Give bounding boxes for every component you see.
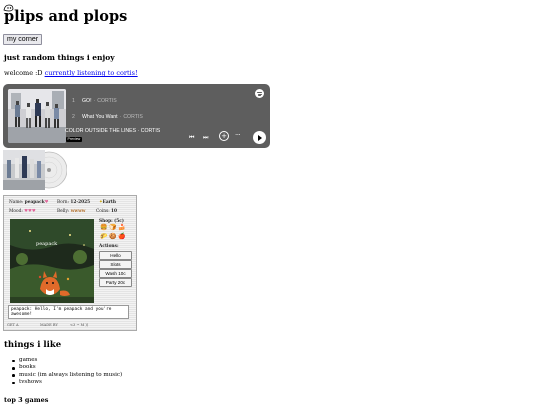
footer-made-by[interactable]: MADE BY (40, 323, 58, 327)
pet-mood-label: Mood: (9, 209, 23, 214)
pet-coins-label: Coins: (96, 209, 110, 214)
pet-home-field: ✦Earth (99, 200, 116, 205)
mood-hearts-icon: ♥♥♥ (24, 209, 36, 214)
pet-coins-value: 10 (111, 209, 118, 214)
track-title: What You Want (82, 114, 118, 120)
pet-born-value: 12-2025 (70, 200, 91, 205)
section-heading-likes: things i like (4, 340, 62, 350)
welcome-text: welcome :D (4, 69, 45, 77)
pet-message-box: peapack: Hello, I'm peapack and you're a… (8, 305, 129, 319)
taco-food-icon[interactable]: 🌮 (100, 233, 107, 240)
actions-label: Actions: (99, 244, 119, 249)
pet-scene-image: peapack (10, 219, 94, 303)
track-number: 2 (72, 114, 75, 120)
add-icon[interactable]: + (219, 131, 229, 141)
footer-get-a[interactable]: GET A (7, 323, 19, 327)
pet-scene-name: peapack (36, 241, 58, 247)
bread-food-icon[interactable]: 🍞 (109, 224, 116, 231)
album-cover (8, 89, 66, 143)
list-item: tvshows (12, 379, 122, 386)
cortis-link[interactable]: currently listening to cortis! (45, 69, 138, 77)
pet-footer: GET A MADE BY <3 ~ M )) (4, 322, 136, 329)
pet-born-field: Born: 12-2025 (57, 200, 90, 205)
track-title: GO! (82, 98, 92, 104)
list-item: books (12, 364, 122, 371)
pet-belly-label: Belly: (57, 209, 70, 214)
virtual-pet-widget: Name: peapack♥ Born: 12-2025 ✦Earth Mood… (3, 195, 137, 331)
pet-home-value: Earth (102, 200, 117, 205)
pet-name-label: Name: (9, 200, 24, 205)
next-icon[interactable]: ⏭ (203, 134, 208, 142)
wash-button[interactable]: Wash 10c (99, 269, 132, 278)
spotify-logo-icon[interactable] (255, 89, 264, 98)
track-list: 1 GO! · CORTIS 2 What You Want · CORTIS (72, 93, 222, 125)
cookie-food-icon[interactable]: 🍪 (109, 233, 116, 240)
welcome-line: welcome :D currently listening to cortis… (4, 69, 138, 77)
pet-name-value: peapack (24, 200, 45, 205)
apple-food-icon[interactable]: 🍎 (118, 233, 125, 240)
pet-coins-field: Coins: 10 (96, 209, 117, 214)
vinyl-record-image (3, 150, 67, 190)
pet-name-field: Name: peapack♥ (9, 200, 49, 205)
my-corner-button[interactable]: my corner (3, 34, 43, 45)
spotify-embed[interactable]: 1 GO! · CORTIS 2 What You Want · CORTIS … (3, 84, 270, 148)
track-row[interactable]: 1 GO! · CORTIS (72, 93, 222, 109)
section-heading-random: just random things i enjoy (4, 53, 115, 62)
pet-born-label: Born: (57, 200, 70, 205)
track-number: 1 (72, 98, 75, 104)
footer-credit: <3 ~ M )) (70, 323, 89, 327)
previous-icon[interactable]: ⏮ (189, 134, 194, 142)
track-separator: · (119, 114, 122, 120)
track-artist: CORTIS (97, 98, 117, 104)
list-item: music (im always listening to music) (12, 372, 122, 379)
pet-belly-value: wwww (70, 209, 86, 214)
track-row[interactable]: 2 What You Want · CORTIS (72, 109, 222, 125)
pet-mood-field: Mood: ♥♥♥ (9, 209, 36, 214)
more-icon[interactable]: ··· (235, 131, 241, 139)
play-icon[interactable] (253, 131, 266, 144)
pet-belly-field: Belly: wwww (57, 209, 86, 214)
cake-food-icon[interactable]: 🍰 (118, 224, 125, 231)
track-separator: · (93, 98, 96, 104)
track-artist: CORTIS (123, 114, 143, 120)
page-title: plips and plops (4, 8, 128, 25)
preview-badge: Preview (66, 137, 82, 142)
slots-button[interactable]: Slots (99, 260, 132, 269)
list-item: games (12, 357, 122, 364)
burger-food-icon[interactable]: 🍔 (100, 224, 107, 231)
party-button[interactable]: Party 20c (99, 278, 132, 287)
now-playing-title: COLOR OUTSIDE THE LINES · CORTIS (65, 128, 161, 134)
hello-button[interactable]: Hello (99, 251, 132, 260)
likes-list: games books music (im always listening t… (12, 357, 122, 387)
section-heading-top3: top 3 games (4, 396, 49, 404)
heart-icon: ♥ (44, 200, 49, 205)
